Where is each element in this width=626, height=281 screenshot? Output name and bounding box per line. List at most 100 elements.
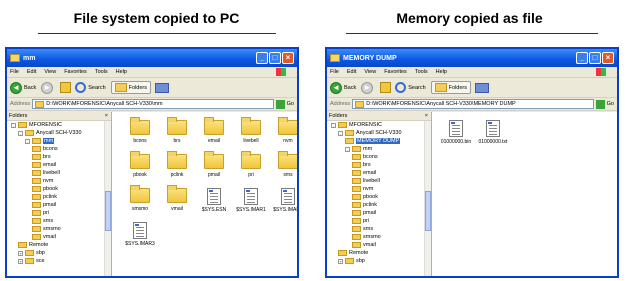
tree-item[interactable]: email	[327, 169, 431, 177]
tree-item[interactable]: nvm	[7, 177, 111, 185]
menu-item-help[interactable]: Help	[436, 69, 447, 75]
minimize-button[interactable]: _	[256, 52, 268, 64]
close-button[interactable]: ×	[282, 52, 294, 64]
file-item[interactable]: 01000000.bin	[438, 120, 474, 154]
menu-item-file[interactable]: File	[330, 69, 339, 75]
vertical-scrollbar[interactable]	[424, 121, 431, 276]
tree-item[interactable]: pmail	[327, 209, 431, 217]
tree-item[interactable]: - Anycall SCH-V330	[327, 129, 431, 137]
search-button[interactable]: Search	[75, 82, 106, 93]
folder-item[interactable]: pbook	[122, 151, 158, 188]
file-item[interactable]: $SYS.IMAR2	[270, 188, 297, 222]
up-folder-icon[interactable]	[60, 82, 72, 93]
folders-button[interactable]: Folders	[110, 81, 152, 94]
scrollbar-thumb[interactable]	[105, 191, 111, 231]
folder-item[interactable]: smsmo	[122, 185, 158, 222]
file-item[interactable]: $SYS.IMAR3	[122, 222, 158, 256]
file-item[interactable]: 01000000.txt	[475, 120, 511, 154]
tree-item[interactable]: Remote	[7, 241, 111, 249]
tree-item[interactable]: pmail	[7, 201, 111, 209]
views-icon[interactable]	[155, 82, 170, 93]
expand-toggle-icon[interactable]: -	[338, 130, 343, 136]
tree-item[interactable]: - Anycall SCH-V330	[7, 129, 111, 137]
folder-item[interactable]: pclink	[159, 151, 195, 188]
tree-item[interactable]: brs	[7, 153, 111, 161]
tree-item[interactable]: pclink	[327, 201, 431, 209]
expand-toggle-icon[interactable]: -	[345, 146, 350, 152]
forward-button[interactable]: ►	[361, 81, 375, 94]
address-input[interactable]: D:\WORK\MFORENSIC\Anycall SCH-V330\MEMOR…	[352, 99, 594, 109]
menu-item-help[interactable]: Help	[116, 69, 127, 75]
expand-toggle-icon[interactable]: -	[18, 130, 23, 136]
folder-item[interactable]: sms	[270, 151, 297, 188]
search-button[interactable]: Search	[395, 82, 426, 93]
folder-item[interactable]: vmail	[159, 185, 195, 222]
tree-item[interactable]: email	[7, 161, 111, 169]
tree-item[interactable]: vmail	[327, 241, 431, 249]
close-button[interactable]: ×	[602, 52, 614, 64]
folders-pane-close-icon[interactable]: ×	[105, 113, 108, 119]
menu-item-file[interactable]: File	[10, 69, 19, 75]
folder-item[interactable]: pmail	[196, 151, 232, 188]
vertical-scrollbar[interactable]	[104, 121, 111, 276]
tree-item[interactable]: - mm	[327, 145, 431, 153]
address-input[interactable]: D:\WORK\MFORENSIC\Anycall SCH-V330\mm	[32, 99, 274, 109]
menu-item-edit[interactable]: Edit	[347, 69, 356, 75]
scrollbar-thumb[interactable]	[425, 191, 431, 231]
menu-item-view[interactable]: View	[364, 69, 376, 75]
back-button[interactable]: ◄ Back	[10, 81, 36, 94]
tree-item[interactable]: livebell	[7, 169, 111, 177]
expand-toggle-icon[interactable]: +	[18, 250, 23, 256]
tree-item[interactable]: - mm	[7, 137, 111, 145]
go-arrow-icon[interactable]	[275, 99, 285, 109]
maximize-button[interactable]: □	[589, 52, 601, 64]
expand-toggle-icon[interactable]: -	[331, 122, 336, 128]
folder-item[interactable]: bcons	[122, 117, 158, 154]
tree-item[interactable]: bcons	[7, 145, 111, 153]
minimize-button[interactable]: _	[576, 52, 588, 64]
tree-item[interactable]: livebell	[327, 177, 431, 185]
folder-item[interactable]: nvm	[270, 117, 297, 154]
menu-item-tools[interactable]: Tools	[415, 69, 428, 75]
folder-item[interactable]: livebell	[233, 117, 269, 154]
expand-toggle-icon[interactable]: +	[338, 258, 343, 264]
tree-item[interactable]: pri	[327, 217, 431, 225]
tree-item[interactable]: bcons	[327, 153, 431, 161]
tree-item[interactable]: vmail	[7, 233, 111, 241]
menu-item-favorites[interactable]: Favorites	[64, 69, 87, 75]
tree-item[interactable]: Remote	[327, 249, 431, 257]
views-icon[interactable]	[475, 82, 490, 93]
folder-item[interactable]: email	[196, 117, 232, 154]
menu-item-view[interactable]: View	[44, 69, 56, 75]
folders-pane-close-icon[interactable]: ×	[425, 113, 428, 119]
tree-item[interactable]: + sce	[7, 257, 111, 265]
go-button[interactable]: Go	[287, 101, 294, 107]
tree-item[interactable]: pbook	[327, 193, 431, 201]
tree-item[interactable]: smsmo	[327, 233, 431, 241]
menu-item-edit[interactable]: Edit	[27, 69, 36, 75]
folder-item[interactable]: pri	[233, 151, 269, 188]
tree-item[interactable]: + sbp	[7, 249, 111, 257]
expand-toggle-icon[interactable]: +	[18, 258, 23, 264]
folder-item[interactable]: brs	[159, 117, 195, 154]
up-folder-icon[interactable]	[380, 82, 392, 93]
file-item[interactable]: $SYS.IMAR1	[233, 188, 269, 222]
go-arrow-icon[interactable]	[595, 99, 605, 109]
tree-item[interactable]: - MFORENSIC	[327, 121, 431, 129]
tree-item[interactable]: sms	[7, 217, 111, 225]
tree-item[interactable]: MEMORY DUMP	[327, 137, 431, 145]
menu-item-favorites[interactable]: Favorites	[384, 69, 407, 75]
tree-item[interactable]: + sbp	[327, 257, 431, 265]
tree-item[interactable]: smsmo	[7, 225, 111, 233]
tree-item[interactable]: pclink	[7, 193, 111, 201]
tree-item[interactable]: pri	[7, 209, 111, 217]
forward-button[interactable]: ►	[41, 81, 55, 94]
tree-item[interactable]: - MFORENSIC	[7, 121, 111, 129]
folders-button[interactable]: Folders	[430, 81, 472, 94]
tree-item[interactable]: brs	[327, 161, 431, 169]
tree-item[interactable]: sms	[327, 225, 431, 233]
tree-item[interactable]: nvm	[327, 185, 431, 193]
expand-toggle-icon[interactable]: -	[25, 138, 30, 144]
file-item[interactable]: $SYS.ESN	[196, 188, 232, 222]
maximize-button[interactable]: □	[269, 52, 281, 64]
